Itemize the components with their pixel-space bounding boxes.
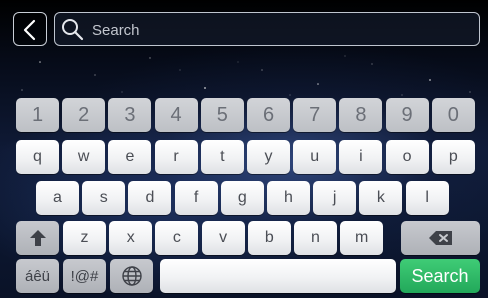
key-0-label: 0 [447, 103, 459, 126]
backspace-key[interactable] [401, 221, 480, 255]
key-u[interactable]: u [293, 140, 337, 174]
key-g-label: g [237, 189, 247, 206]
key-g[interactable]: g [220, 181, 264, 215]
key-1-label: 1 [31, 103, 44, 126]
key-8[interactable]: 8 [339, 98, 383, 132]
key-4[interactable]: 4 [154, 98, 198, 132]
key-l[interactable]: l [405, 181, 449, 215]
key-e[interactable]: e [108, 140, 152, 174]
key-b-label: b [264, 229, 274, 246]
key-s[interactable]: s [82, 181, 126, 215]
key-9-label: 9 [401, 103, 413, 126]
key-w[interactable]: w [62, 140, 106, 174]
key-r[interactable]: r [154, 140, 198, 174]
key-p[interactable]: p [431, 140, 475, 174]
key-c[interactable]: c [155, 221, 199, 255]
key-b[interactable]: b [247, 221, 291, 255]
back-button[interactable] [13, 12, 47, 46]
key-j-label: j [332, 189, 337, 206]
symbols-key-label: !@# [70, 267, 99, 285]
backspace-icon [428, 230, 454, 246]
key-x[interactable]: x [109, 221, 153, 255]
key-d-label: d [145, 189, 155, 206]
key-z[interactable]: z [63, 221, 106, 255]
language-key[interactable] [110, 259, 153, 293]
shift-key[interactable] [16, 221, 59, 255]
key-2[interactable]: 2 [62, 98, 106, 132]
key-2-label: 2 [78, 103, 90, 126]
key-p-label: p [448, 148, 458, 165]
key-7[interactable]: 7 [293, 98, 337, 132]
key-8-label: 8 [355, 103, 367, 126]
key-6-label: 6 [262, 103, 275, 126]
key-q-label: q [33, 148, 42, 165]
key-t[interactable]: t [200, 140, 244, 174]
chevron-left-icon [23, 19, 36, 41]
key-j[interactable]: j [313, 181, 357, 215]
key-f-label: f [193, 189, 199, 206]
search-field[interactable] [54, 12, 480, 46]
accents-key[interactable]: áêü [16, 259, 59, 293]
key-r-label: r [173, 148, 179, 165]
shift-arrow-icon [28, 228, 48, 248]
key-y[interactable]: y [247, 140, 290, 174]
globe-icon [121, 265, 143, 287]
key-u-label: u [310, 148, 320, 165]
search-input[interactable] [90, 16, 474, 44]
key-m-label: m [355, 229, 369, 246]
key-m[interactable]: m [340, 221, 384, 255]
key-3-label: 3 [124, 103, 136, 126]
key-k[interactable]: k [359, 181, 403, 215]
key-i-label: i [359, 148, 363, 165]
key-t-label: t [220, 148, 225, 165]
key-k-label: k [376, 189, 385, 206]
space-key[interactable] [160, 259, 396, 293]
key-4-label: 4 [170, 103, 182, 126]
key-1[interactable]: 1 [16, 98, 59, 132]
key-f[interactable]: f [174, 181, 218, 215]
key-7-label: 7 [309, 103, 321, 126]
key-n-label: n [311, 229, 320, 246]
accents-key-label: áêü [24, 267, 51, 285]
key-3[interactable]: 3 [108, 98, 152, 132]
key-a[interactable]: a [36, 181, 79, 215]
key-n[interactable]: n [294, 221, 337, 255]
key-h[interactable]: h [267, 181, 310, 215]
key-q[interactable]: q [16, 140, 59, 174]
key-d[interactable]: d [128, 181, 172, 215]
key-9[interactable]: 9 [385, 98, 429, 132]
key-y-label: y [264, 148, 273, 165]
search-key-label: Search [411, 265, 469, 286]
key-v[interactable]: v [201, 221, 245, 255]
magnifier-icon [62, 19, 84, 41]
key-x-label: x [126, 229, 135, 246]
key-o-label: o [402, 148, 412, 165]
key-l-label: l [425, 189, 429, 206]
key-h-label: h [284, 189, 293, 206]
key-i[interactable]: i [339, 140, 383, 174]
key-5[interactable]: 5 [200, 98, 244, 132]
key-o[interactable]: o [385, 140, 429, 174]
key-v-label: v [219, 229, 228, 246]
key-e-label: e [125, 148, 135, 165]
key-c-label: c [172, 229, 181, 246]
key-6[interactable]: 6 [247, 98, 290, 132]
symbols-key[interactable]: !@# [63, 259, 106, 293]
key-w-label: w [77, 148, 90, 165]
key-z-label: z [80, 229, 89, 246]
key-a-label: a [53, 189, 62, 206]
key-s-label: s [99, 189, 108, 206]
key-0[interactable]: 0 [431, 98, 475, 132]
search-key[interactable]: Search [400, 259, 480, 293]
key-5-label: 5 [216, 103, 228, 126]
keyboard-screen: 1 2 3 4 5 6 7 8 9 0 q w e r t y u i o p a s d f g h j k l z x c v b n m áêü!… [0, 0, 488, 298]
